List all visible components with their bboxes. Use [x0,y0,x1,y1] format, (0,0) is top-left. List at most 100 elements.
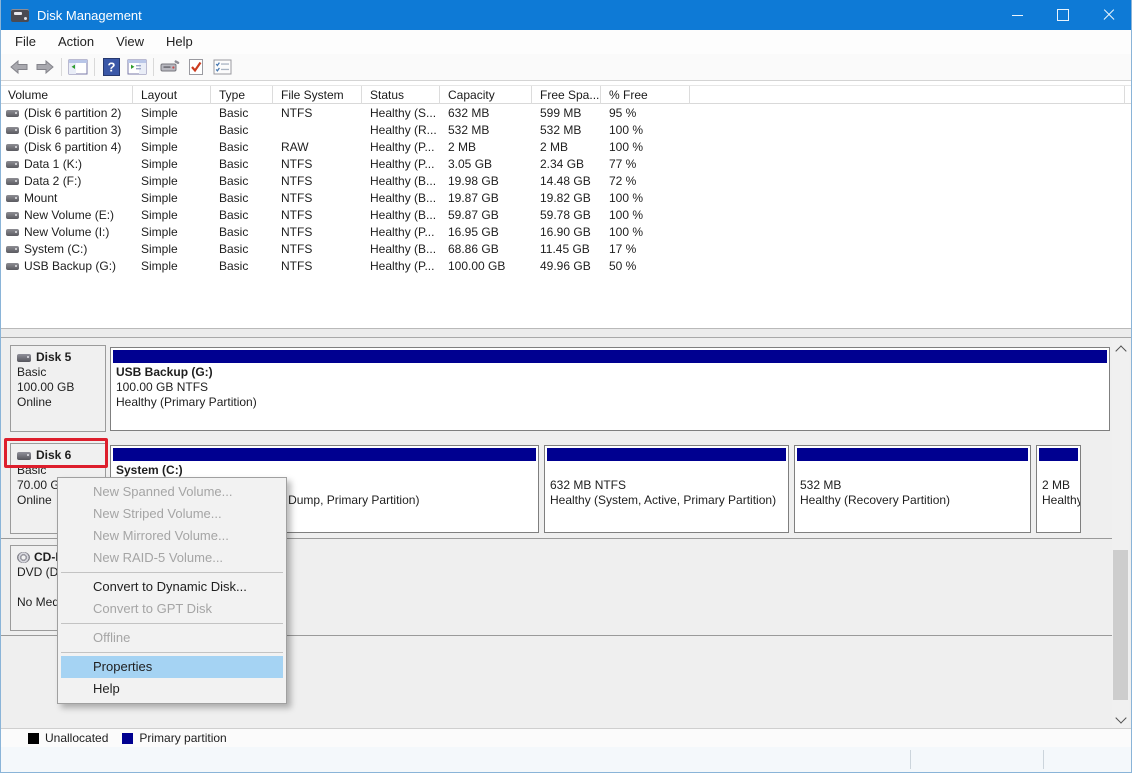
partition-text: 532 MBHealthy (Recovery Partition) [795,463,1030,508]
action-check-button[interactable] [183,56,209,78]
menu-action[interactable]: Action [47,30,105,54]
table-row[interactable]: System (C:)SimpleBasicNTFSHealthy (B...6… [0,241,1132,258]
forward-button[interactable] [32,56,58,78]
menu-item-new-striped-volume[interactable]: New Striped Volume... [61,503,283,525]
cell-type: Basic [211,156,273,173]
cell-free-spa-: 599 MB [532,105,601,122]
legend-swatch [28,733,39,744]
show-action-pane-button[interactable] [124,56,150,78]
cell-layout: Simple [133,139,211,156]
column-header-capacity[interactable]: Capacity [440,86,532,104]
properties-list-icon [213,59,232,75]
cell-free-spa-: 14.48 GB [532,173,601,190]
partition-size-fs: 632 MB NTFS [550,478,788,493]
maximize-button[interactable] [1040,0,1086,30]
disk-label-disk-5[interactable]: Disk 5Basic100.00 GBOnline [10,345,106,432]
cell-file-system: NTFS [273,224,362,241]
table-row[interactable]: New Volume (E:)SimpleBasicNTFSHealthy (B… [0,207,1132,224]
menu-item-convert-to-dynamic-disk[interactable]: Convert to Dynamic Disk... [61,576,283,598]
menu-help[interactable]: Help [155,30,204,54]
scrollbar-thumb[interactable] [1113,550,1128,700]
cell--free: 100 % [601,139,690,156]
cell--free: 72 % [601,173,690,190]
menu-separator [61,572,283,573]
legend-item-unallocated: Unallocated [28,731,108,745]
back-button[interactable] [6,56,32,78]
cell-status: Healthy (B... [362,190,440,207]
table-row[interactable]: USB Backup (G:)SimpleBasicNTFSHealthy (P… [0,258,1132,275]
show-action-pane-icon [127,59,147,75]
column-header-type[interactable]: Type [211,86,273,104]
partition-text: 632 MB NTFSHealthy (System, Active, Prim… [545,463,788,508]
menu-item-new-spanned-volume[interactable]: New Spanned Volume... [61,481,283,503]
disk-tool-button[interactable] [157,56,183,78]
toolbar: ? [0,54,1132,81]
cell-status: Healthy (S... [362,105,440,122]
cell-layout: Simple [133,190,211,207]
title-bar: Disk Management [0,0,1132,30]
cell-status: Healthy (R... [362,122,440,139]
column-header-volume[interactable]: Volume [0,86,133,104]
column-header--free[interactable]: % Free [601,86,690,104]
help-button[interactable]: ? [98,56,124,78]
cell-volume: (Disk 6 partition 3) [0,122,133,139]
partition-disk-6-1[interactable]: 632 MB NTFSHealthy (System, Active, Prim… [544,445,789,533]
cell-volume: New Volume (I:) [0,224,133,241]
table-row[interactable]: New Volume (I:)SimpleBasicNTFSHealthy (P… [0,224,1132,241]
scroll-up-button[interactable] [1112,340,1129,357]
column-header-layout[interactable]: Layout [133,86,211,104]
menu-item-new-mirrored-volume[interactable]: New Mirrored Volume... [61,525,283,547]
table-row[interactable]: (Disk 6 partition 2)SimpleBasicNTFSHealt… [0,105,1132,122]
cell-free-spa-: 19.82 GB [532,190,601,207]
disk-row-disk-5[interactable]: Disk 5Basic100.00 GBOnlineUSB Backup (G:… [0,345,1112,432]
cell-status: Healthy (B... [362,207,440,224]
partition-type-strip [113,350,1107,363]
cell-capacity: 632 MB [440,105,532,122]
cell-free-spa-: 49.96 GB [532,258,601,275]
scroll-down-button[interactable] [1112,711,1129,728]
app-icon [11,9,29,22]
disk-name-text: Disk 5 [36,350,71,365]
menu-item-new-raid-5-volume[interactable]: New RAID-5 Volume... [61,547,283,569]
show-console-tree-button[interactable] [65,56,91,78]
vertical-scrollbar[interactable] [1112,340,1129,728]
menu-separator [61,623,283,624]
help-icon: ? [103,58,120,76]
column-header-status[interactable]: Status [362,86,440,104]
cell-volume: Data 2 (F:) [0,173,133,190]
table-row[interactable]: Data 1 (K:)SimpleBasicNTFSHealthy (P...3… [0,156,1132,173]
menu-item-properties[interactable]: Properties [61,656,283,678]
partition-title [1042,463,1080,478]
minimize-button[interactable] [994,0,1040,30]
cell-type: Basic [211,173,273,190]
menu-item-offline[interactable]: Offline [61,627,283,649]
statusbar-separator [1043,750,1044,769]
cell-capacity: 100.00 GB [440,258,532,275]
menu-item-convert-to-gpt-disk[interactable]: Convert to GPT Disk [61,598,283,620]
cell-type: Basic [211,224,273,241]
table-row[interactable]: Data 2 (F:)SimpleBasicNTFSHealthy (B...1… [0,173,1132,190]
cell-volume: Mount [0,190,133,207]
close-button[interactable] [1086,0,1132,30]
disk-type: Basic [17,365,103,380]
menu-item-help[interactable]: Help [61,678,283,700]
cell-volume: (Disk 6 partition 4) [0,139,133,156]
cell-type: Basic [211,139,273,156]
menu-file[interactable]: File [4,30,47,54]
menu-view[interactable]: View [105,30,155,54]
partition-disk-6-3[interactable]: 2 MBHealthy [1036,445,1081,533]
column-header-free-spa-[interactable]: Free Spa... [532,86,601,104]
cell-volume: Data 1 (K:) [0,156,133,173]
cell-status: Healthy (P... [362,224,440,241]
partition-disk-5-0[interactable]: USB Backup (G:)100.00 GB NTFSHealthy (Pr… [110,347,1110,431]
table-row[interactable]: (Disk 6 partition 4)SimpleBasicRAWHealth… [0,139,1132,156]
table-row[interactable]: (Disk 6 partition 3)SimpleBasicHealthy (… [0,122,1132,139]
table-row[interactable]: MountSimpleBasicNTFSHealthy (B...19.87 G… [0,190,1132,207]
action-check-icon [188,58,204,76]
cell-type: Basic [211,258,273,275]
legend-swatch [122,733,133,744]
column-header-file-system[interactable]: File System [273,86,362,104]
pane-splitter[interactable] [0,328,1132,338]
properties-list-button[interactable] [209,56,235,78]
partition-disk-6-2[interactable]: 532 MBHealthy (Recovery Partition) [794,445,1031,533]
